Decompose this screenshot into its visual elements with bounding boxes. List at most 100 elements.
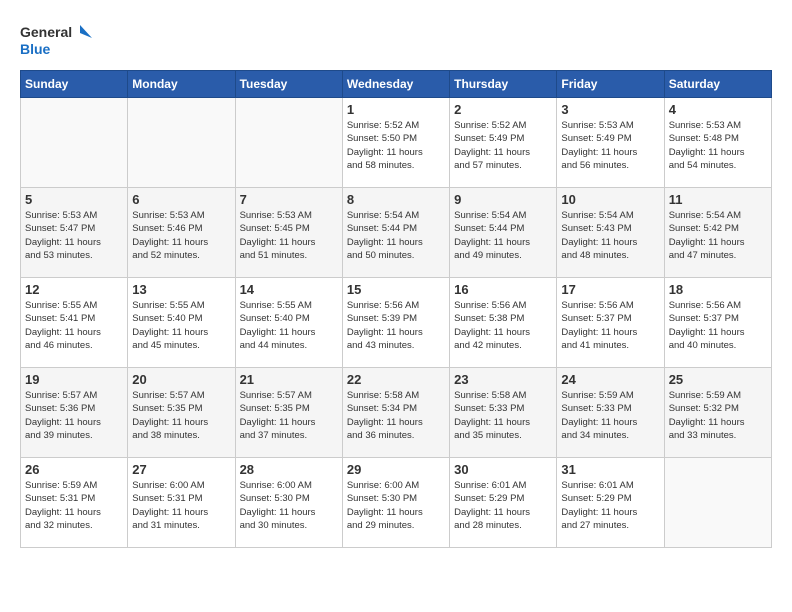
calendar-cell: 22 Sunrise: 5:58 AM Sunset: 5:34 PM Dayli…	[342, 368, 449, 458]
day-info: Sunrise: 5:57 AM Sunset: 5:35 PM Dayligh…	[240, 389, 338, 442]
day-number: 21	[240, 372, 338, 387]
day-info: Sunrise: 5:55 AM Sunset: 5:40 PM Dayligh…	[132, 299, 230, 352]
calendar-cell	[664, 458, 771, 548]
day-number: 3	[561, 102, 659, 117]
day-info: Sunrise: 5:54 AM Sunset: 5:44 PM Dayligh…	[347, 209, 445, 262]
day-number: 15	[347, 282, 445, 297]
calendar-cell	[235, 98, 342, 188]
week-row-1: 1 Sunrise: 5:52 AM Sunset: 5:50 PM Daylig…	[21, 98, 772, 188]
calendar-header-sunday: Sunday	[21, 71, 128, 98]
day-info: Sunrise: 5:55 AM Sunset: 5:40 PM Dayligh…	[240, 299, 338, 352]
day-number: 5	[25, 192, 123, 207]
calendar-cell: 8 Sunrise: 5:54 AM Sunset: 5:44 PM Daylig…	[342, 188, 449, 278]
day-number: 7	[240, 192, 338, 207]
day-number: 30	[454, 462, 552, 477]
week-row-5: 26 Sunrise: 5:59 AM Sunset: 5:31 PM Dayli…	[21, 458, 772, 548]
day-info: Sunrise: 5:53 AM Sunset: 5:49 PM Dayligh…	[561, 119, 659, 172]
day-info: Sunrise: 5:58 AM Sunset: 5:34 PM Dayligh…	[347, 389, 445, 442]
calendar-cell: 31Sunrise: 6:01 AM Sunset: 5:29 PM Dayli…	[557, 458, 664, 548]
day-number: 22	[347, 372, 445, 387]
calendar-header-friday: Friday	[557, 71, 664, 98]
day-info: Sunrise: 5:57 AM Sunset: 5:36 PM Dayligh…	[25, 389, 123, 442]
day-info: Sunrise: 5:56 AM Sunset: 5:38 PM Dayligh…	[454, 299, 552, 352]
day-info: Sunrise: 6:01 AM Sunset: 5:29 PM Dayligh…	[561, 479, 659, 532]
calendar-cell: 26 Sunrise: 5:59 AM Sunset: 5:31 PM Dayli…	[21, 458, 128, 548]
day-number: 2	[454, 102, 552, 117]
day-info: Sunrise: 5:52 AM Sunset: 5:50 PM Dayligh…	[347, 119, 445, 172]
day-info: Sunrise: 5:55 AM Sunset: 5:41 PM Dayligh…	[25, 299, 123, 352]
day-info: Sunrise: 6:00 AM Sunset: 5:31 PM Dayligh…	[132, 479, 230, 532]
calendar-cell: 4Sunrise: 5:53 AM Sunset: 5:48 PM Daylig…	[664, 98, 771, 188]
day-number: 17	[561, 282, 659, 297]
day-info: Sunrise: 6:00 AM Sunset: 5:30 PM Dayligh…	[240, 479, 338, 532]
day-info: Sunrise: 6:00 AM Sunset: 5:30 PM Dayligh…	[347, 479, 445, 532]
day-number: 27	[132, 462, 230, 477]
calendar-header-thursday: Thursday	[450, 71, 557, 98]
calendar-cell: 27 Sunrise: 6:00 AM Sunset: 5:31 PM Dayli…	[128, 458, 235, 548]
day-number: 1	[347, 102, 445, 117]
day-number: 24	[561, 372, 659, 387]
day-number: 13	[132, 282, 230, 297]
svg-text:General: General	[20, 24, 72, 40]
calendar-cell: 14 Sunrise: 5:55 AM Sunset: 5:40 PM Dayli…	[235, 278, 342, 368]
calendar-cell: 13 Sunrise: 5:55 AM Sunset: 5:40 PM Dayli…	[128, 278, 235, 368]
calendar-header-saturday: Saturday	[664, 71, 771, 98]
day-number: 14	[240, 282, 338, 297]
day-number: 10	[561, 192, 659, 207]
calendar-cell: 23Sunrise: 5:58 AM Sunset: 5:33 PM Dayli…	[450, 368, 557, 458]
calendar-cell: 24 Sunrise: 5:59 AM Sunset: 5:33 PM Dayli…	[557, 368, 664, 458]
day-number: 29	[347, 462, 445, 477]
day-number: 20	[132, 372, 230, 387]
calendar-cell	[128, 98, 235, 188]
day-number: 16	[454, 282, 552, 297]
day-number: 28	[240, 462, 338, 477]
calendar-cell: 28 Sunrise: 6:00 AM Sunset: 5:30 PM Dayli…	[235, 458, 342, 548]
day-info: Sunrise: 5:56 AM Sunset: 5:37 PM Dayligh…	[669, 299, 767, 352]
day-info: Sunrise: 5:59 AM Sunset: 5:33 PM Dayligh…	[561, 389, 659, 442]
calendar-cell: 30Sunrise: 6:01 AM Sunset: 5:29 PM Dayli…	[450, 458, 557, 548]
week-row-2: 5 Sunrise: 5:53 AM Sunset: 5:47 PM Daylig…	[21, 188, 772, 278]
calendar-cell: 10 Sunrise: 5:54 AM Sunset: 5:43 PM Dayli…	[557, 188, 664, 278]
day-number: 19	[25, 372, 123, 387]
svg-text:Blue: Blue	[20, 41, 51, 57]
day-info: Sunrise: 5:59 AM Sunset: 5:32 PM Dayligh…	[669, 389, 767, 442]
day-info: Sunrise: 5:53 AM Sunset: 5:47 PM Dayligh…	[25, 209, 123, 262]
calendar-header-tuesday: Tuesday	[235, 71, 342, 98]
calendar-cell: 25Sunrise: 5:59 AM Sunset: 5:32 PM Dayli…	[664, 368, 771, 458]
calendar-header-wednesday: Wednesday	[342, 71, 449, 98]
day-number: 26	[25, 462, 123, 477]
calendar: SundayMondayTuesdayWednesdayThursdayFrid…	[20, 70, 772, 548]
day-info: Sunrise: 5:57 AM Sunset: 5:35 PM Dayligh…	[132, 389, 230, 442]
calendar-cell: 21 Sunrise: 5:57 AM Sunset: 5:35 PM Dayli…	[235, 368, 342, 458]
calendar-header-row: SundayMondayTuesdayWednesdayThursdayFrid…	[21, 71, 772, 98]
calendar-cell: 9Sunrise: 5:54 AM Sunset: 5:44 PM Daylig…	[450, 188, 557, 278]
calendar-cell: 18Sunrise: 5:56 AM Sunset: 5:37 PM Dayli…	[664, 278, 771, 368]
day-info: Sunrise: 5:54 AM Sunset: 5:42 PM Dayligh…	[669, 209, 767, 262]
day-info: Sunrise: 5:58 AM Sunset: 5:33 PM Dayligh…	[454, 389, 552, 442]
calendar-cell: 3 Sunrise: 5:53 AM Sunset: 5:49 PM Daylig…	[557, 98, 664, 188]
day-info: Sunrise: 5:59 AM Sunset: 5:31 PM Dayligh…	[25, 479, 123, 532]
day-number: 6	[132, 192, 230, 207]
calendar-cell: 12 Sunrise: 5:55 AM Sunset: 5:41 PM Dayli…	[21, 278, 128, 368]
logo-svg: GeneralBlue	[20, 20, 100, 60]
day-info: Sunrise: 5:54 AM Sunset: 5:43 PM Dayligh…	[561, 209, 659, 262]
calendar-cell: 1 Sunrise: 5:52 AM Sunset: 5:50 PM Daylig…	[342, 98, 449, 188]
calendar-cell: 20 Sunrise: 5:57 AM Sunset: 5:35 PM Dayli…	[128, 368, 235, 458]
week-row-3: 12 Sunrise: 5:55 AM Sunset: 5:41 PM Dayli…	[21, 278, 772, 368]
calendar-cell: 7 Sunrise: 5:53 AM Sunset: 5:45 PM Daylig…	[235, 188, 342, 278]
calendar-cell: 15Sunrise: 5:56 AM Sunset: 5:39 PM Dayli…	[342, 278, 449, 368]
calendar-cell: 19 Sunrise: 5:57 AM Sunset: 5:36 PM Dayli…	[21, 368, 128, 458]
logo: GeneralBlue	[20, 20, 100, 60]
calendar-cell: 5 Sunrise: 5:53 AM Sunset: 5:47 PM Daylig…	[21, 188, 128, 278]
week-row-4: 19 Sunrise: 5:57 AM Sunset: 5:36 PM Dayli…	[21, 368, 772, 458]
day-info: Sunrise: 5:54 AM Sunset: 5:44 PM Dayligh…	[454, 209, 552, 262]
day-info: Sunrise: 5:53 AM Sunset: 5:46 PM Dayligh…	[132, 209, 230, 262]
day-info: Sunrise: 5:53 AM Sunset: 5:45 PM Dayligh…	[240, 209, 338, 262]
day-info: Sunrise: 5:53 AM Sunset: 5:48 PM Dayligh…	[669, 119, 767, 172]
day-info: Sunrise: 5:52 AM Sunset: 5:49 PM Dayligh…	[454, 119, 552, 172]
calendar-cell: 6 Sunrise: 5:53 AM Sunset: 5:46 PM Daylig…	[128, 188, 235, 278]
day-number: 12	[25, 282, 123, 297]
calendar-cell: 29 Sunrise: 6:00 AM Sunset: 5:30 PM Dayli…	[342, 458, 449, 548]
day-number: 8	[347, 192, 445, 207]
calendar-cell: 2 Sunrise: 5:52 AM Sunset: 5:49 PM Daylig…	[450, 98, 557, 188]
